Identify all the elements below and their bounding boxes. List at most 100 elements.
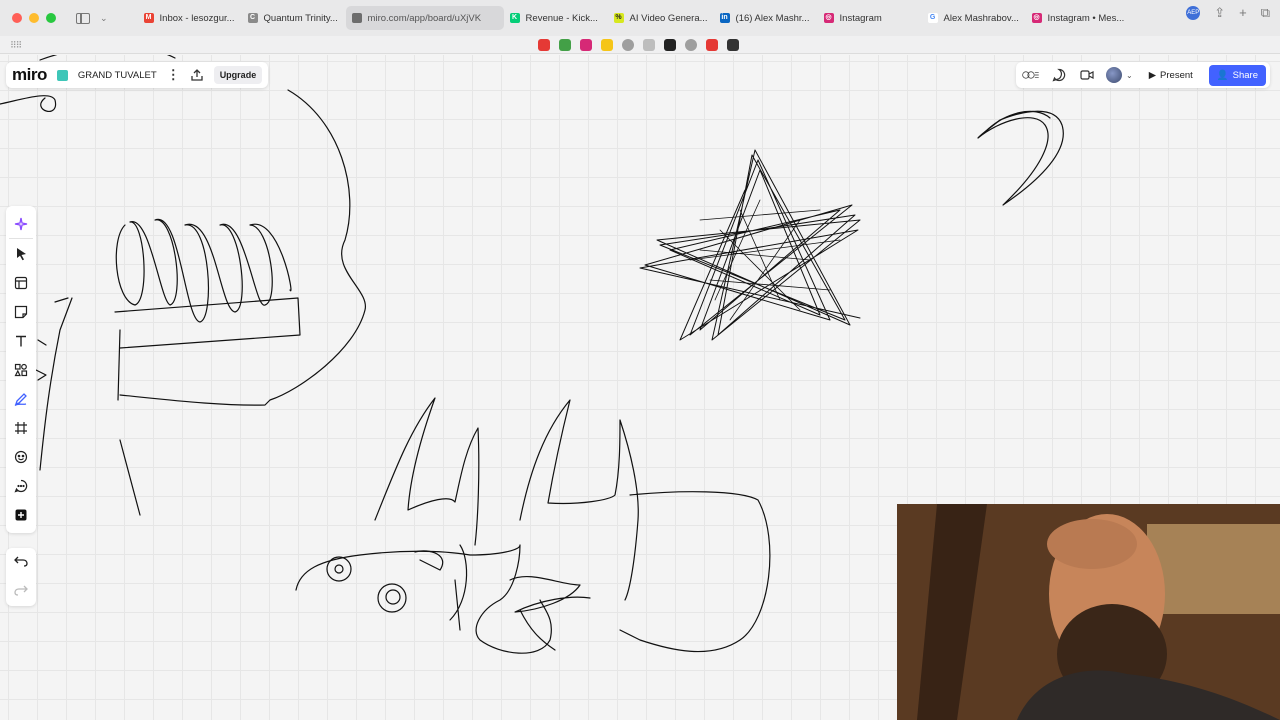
drawing-creature-mouth [509,575,591,613]
bookmark-icon[interactable] [706,39,718,51]
browser-tab[interactable]: ◎ Instagram [818,6,922,30]
sidebar-toggle-icon[interactable] [76,12,90,24]
present-button[interactable]: ▶ Present [1143,66,1199,85]
bookmark-icon[interactable] [538,39,550,51]
drawing-line [117,329,141,516]
bookmark-icon[interactable] [601,39,613,51]
drawing-creature-face [449,544,468,631]
browser-tab[interactable]: % AI Video Genera... [608,6,714,30]
undo-icon[interactable] [14,554,28,572]
tab-label: Instagram • Mes... [1047,12,1125,24]
more-tools-icon[interactable] [9,500,33,529]
instagram-icon: ◎ [1031,13,1042,23]
left-toolbar [6,206,36,533]
sticky-note-icon[interactable] [9,297,33,326]
browser-tab[interactable]: G Alex Mashrabov... [922,6,1026,30]
drawing-star-fill [689,199,841,321]
browser-tab[interactable]: C Quantum Trinity... [242,6,346,30]
templates-icon[interactable] [9,268,33,297]
chevron-down-icon[interactable]: ⌄ [1126,71,1133,80]
bookmarks-bar: ⠿⠿ [0,36,1280,54]
redo-icon[interactable] [14,583,28,601]
bookmark-icon[interactable] [559,39,571,51]
drawing-eye [385,589,401,605]
frame-icon[interactable] [9,413,33,442]
window-controls [12,13,56,23]
drawing-star [639,149,861,341]
tab-label: Quantum Trinity... [263,12,338,24]
page-icon: C [247,13,258,23]
chevron-down-icon[interactable]: ⌄ [100,13,108,24]
browser-tab-bar: ⌄ M Inbox - lesozgur... C Quantum Trinity.… [0,0,1280,36]
reactions-icon[interactable] [1022,66,1040,84]
drawing-coils [115,219,292,323]
drawing-head-outline [39,55,176,61]
tab-label: Revenue - Kick... [525,12,598,24]
browser-tab[interactable]: in (16) Alex Mashr... [714,6,818,30]
pen-icon[interactable] [9,384,33,413]
drawing-creature-ears [519,399,639,601]
board-name[interactable]: GRAND TUVALET [78,70,157,81]
bookmark-icon[interactable] [685,39,697,51]
video-call-icon[interactable] [1078,66,1096,84]
browser-tab-active[interactable]: miro.com/app/board/uXjVK [345,6,504,30]
avatar[interactable] [1106,67,1123,83]
drawing-loop [0,95,57,112]
maximize-window-button[interactable] [46,13,56,23]
bookmark-icon[interactable] [580,39,592,51]
bookmark-icon[interactable] [643,39,655,51]
drawing-eye [326,556,352,582]
chat-icon[interactable] [1050,66,1068,84]
linkedin-icon: in [719,13,730,23]
google-icon: G [927,13,938,23]
drawing-line [35,297,69,381]
tab-label: Instagram [839,12,882,24]
ai-video-icon: % [613,13,624,23]
grid-icon[interactable]: ⠿⠿ [10,40,22,51]
text-icon[interactable] [9,326,33,355]
ai-sparkle-icon[interactable] [9,210,33,239]
stickers-icon[interactable] [9,442,33,471]
share-label: Share [1232,69,1258,81]
bookmark-icon[interactable] [727,39,739,51]
browser-actions: AEP ⇪ + ⧉ [1186,6,1270,20]
export-icon[interactable] [190,68,204,82]
tab-label: Alex Mashrabov... [943,12,1019,24]
shapes-icon[interactable] [9,355,33,384]
share-button[interactable]: 👤 Share [1208,64,1266,86]
bookmark-icon[interactable] [622,39,634,51]
more-options-icon[interactable]: ⋮ [167,67,180,83]
kick-icon: K [509,13,520,23]
drawing-eye [334,564,344,574]
undo-redo-bar [6,548,36,606]
instagram-icon: ◎ [823,13,834,23]
tab-label: Inbox - lesozgur... [159,12,235,24]
new-tab-icon[interactable]: + [1239,6,1247,20]
add-user-icon: 👤 [1216,69,1229,81]
miro-logo[interactable]: miro [12,65,47,85]
select-cursor-icon[interactable] [9,239,33,268]
tab-label: (16) Alex Mashr... [735,12,810,24]
tab-overview-icon[interactable]: ⧉ [1261,6,1270,20]
browser-tab[interactable]: M Inbox - lesozgur... [138,6,242,30]
drawing-bar [114,297,301,349]
comment-icon[interactable] [9,471,33,500]
drawing-creature-ears [374,397,480,546]
close-window-button[interactable] [12,13,22,23]
tab-label: AI Video Genera... [629,12,708,24]
board-header: miro GRAND TUVALET ⋮ Upgrade [6,62,269,88]
drawing-creature-mouth [414,550,556,651]
browser-tab[interactable]: K Revenue - Kick... [504,6,608,30]
profile-badge-icon[interactable]: AEP [1186,6,1201,20]
webcam-video [897,504,1280,720]
page-icon [351,13,362,23]
drawing-creature-body [619,491,771,653]
collab-toolbar: ⌄ ▶ Present 👤 Share [1016,62,1270,88]
browser-tab[interactable]: ◎ Instagram • Mes... [1026,6,1130,30]
share-page-icon[interactable]: ⇪ [1214,6,1225,20]
minimize-window-button[interactable] [29,13,39,23]
bookmark-icon[interactable] [664,39,676,51]
present-label: Present [1160,69,1193,81]
tab-label: miro.com/app/board/uXjVK [367,12,482,24]
upgrade-button[interactable]: Upgrade [213,66,263,84]
